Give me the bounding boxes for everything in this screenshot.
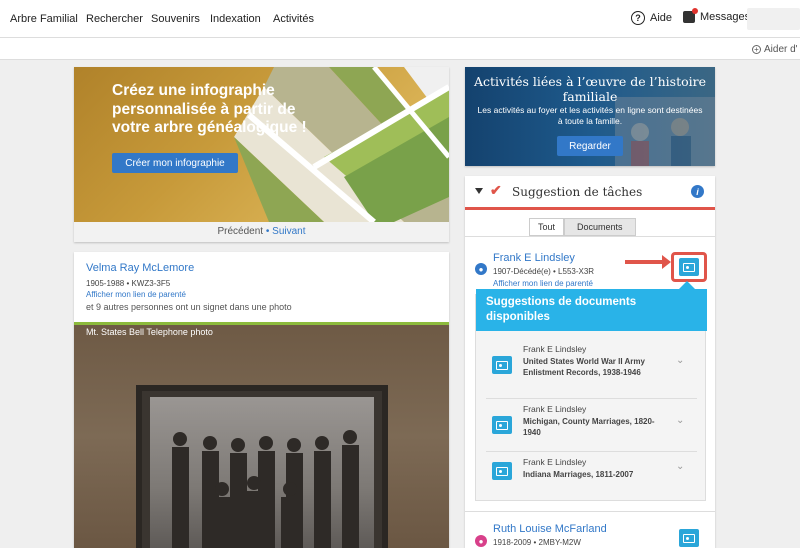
activities-card: Activités liées à l’œuvre de l’histoire … [465,67,715,166]
help-icon: ? [631,11,645,25]
helper-label: Aider d' [764,44,798,55]
carousel-nav: Précédent • Suivant [74,222,449,242]
help-label: Aide [650,12,673,24]
carousel-next[interactable]: Suivant [272,226,305,237]
record-name-2[interactable]: Ruth Louise McFarland [493,523,607,535]
help-link[interactable]: ? Aide [631,11,672,25]
sub-bar [0,38,800,60]
suggestion-collection: United States World War II Army Enlistme… [523,357,645,378]
person-meta: 1905-1988 • KWZ3-3F5 [86,279,171,288]
record-docs-button-1[interactable] [679,258,699,276]
record-docs-button-2[interactable] [679,529,699,547]
search-box[interactable] [747,8,800,30]
create-infographic-button[interactable]: Créer mon infographie [112,153,238,173]
record-name-1[interactable]: Frank E Lindsley [493,252,575,264]
annotation-arrow [625,255,671,269]
messages-icon [683,8,698,23]
person-photo-card: Velma Ray McLemore 1905-1988 • KWZ3-3F5 … [74,252,449,548]
document-icon [496,466,508,476]
nav-search[interactable]: Rechercher [86,13,143,25]
messages-link[interactable]: Messages [683,8,751,23]
infographic-banner: Créez une infographie personnalisée à pa… [74,67,449,222]
record-meta-2: 1918-2009 • 2MBY-M2W [493,538,581,547]
photo-frame [136,385,388,548]
record-divider [465,511,715,512]
tab-documents[interactable]: Documents [564,218,636,236]
person-name-link[interactable]: Velma Ray McLemore [86,262,194,274]
nav-family-tree[interactable]: Arbre Familial [10,13,78,25]
chevron-down-icon[interactable]: ⌄ [676,355,684,366]
document-icon [496,360,508,370]
infographic-title: Créez une infographie personnalisée à pa… [112,82,307,137]
suggestions-header: Suggestions de documents disponibles [476,281,707,331]
chevron-down-icon[interactable]: ⌄ [676,415,684,426]
suggestion-collection: Michigan, County Marriages, 1820-1940 [523,417,655,438]
document-icon [496,420,508,430]
infographic-card: Créez une infographie personnalisée à pa… [74,67,449,242]
tasks-divider [465,236,715,237]
tasks-tabs: Tout Documents [529,218,636,236]
record-meta-1: 1907-Décédé(e) • L553-X3R [493,267,595,276]
carousel-sep: • [265,226,270,237]
chevron-down-icon[interactable]: ⌄ [676,461,684,472]
helper-link[interactable]: + Aider d' [752,44,798,55]
tasks-header: ✔ Suggestion de tâches i [465,176,715,210]
suggestion-name: Frank E Lindsley [523,457,587,467]
tab-all[interactable]: Tout [529,218,565,236]
photo-image [150,397,374,548]
female-icon: ● [475,535,487,547]
activities-title: Activités liées à l’œuvre de l’histoire … [473,74,707,104]
family-photo[interactable]: Mt. States Bell Telephone photo [74,325,449,548]
suggestion-collection: Indiana Marriages, 1811-2007 [523,470,634,479]
document-icon [683,262,695,272]
carousel-prev[interactable]: Précédent [217,226,263,237]
photo-caption: Mt. States Bell Telephone photo [86,327,213,337]
tasks-title: Suggestion de tâches [512,185,643,199]
male-icon: ● [475,263,487,275]
document-icon [683,533,695,543]
watch-button[interactable]: Regarder [557,136,623,156]
group-photo-people [172,430,359,548]
relationship-link[interactable]: Afficher mon lien de parenté [86,290,186,299]
top-nav: Arbre Familial Rechercher Souvenirs Inde… [0,0,800,38]
suggestion-item[interactable]: Frank E Lindsley Indiana Marriages, 1811… [486,451,697,503]
nav-activities[interactable]: Activités [273,13,314,25]
photo-tag-note: et 9 autres personnes ont un signet dans… [86,302,292,312]
activities-desc: Les activités au foyer et les activités … [477,105,703,127]
suggestion-doc-icon [492,462,512,480]
nav-indexing[interactable]: Indexation [210,13,261,25]
collapse-icon[interactable] [475,188,483,194]
suggestion-doc-icon [492,356,512,374]
nav-memories[interactable]: Souvenirs [151,13,200,25]
tasks-card: ✔ Suggestion de tâches i Tout Documents … [465,176,715,548]
info-icon[interactable]: i [691,185,704,198]
suggestion-item[interactable]: Frank E Lindsley United States World War… [486,339,697,391]
record-relationship-link-1[interactable]: Afficher mon lien de parenté [493,279,593,288]
suggestion-item[interactable]: Frank E Lindsley Michigan, County Marria… [486,398,697,450]
suggestion-doc-icon [492,416,512,434]
plus-circle-icon: + [752,45,761,54]
messages-label: Messages [700,11,751,23]
suggestion-name: Frank E Lindsley [523,344,587,354]
checkmark-icon: ✔ [490,182,502,198]
suggestion-name: Frank E Lindsley [523,404,587,414]
suggestions-panel: Suggestions de documents disponibles Fra… [475,281,707,503]
